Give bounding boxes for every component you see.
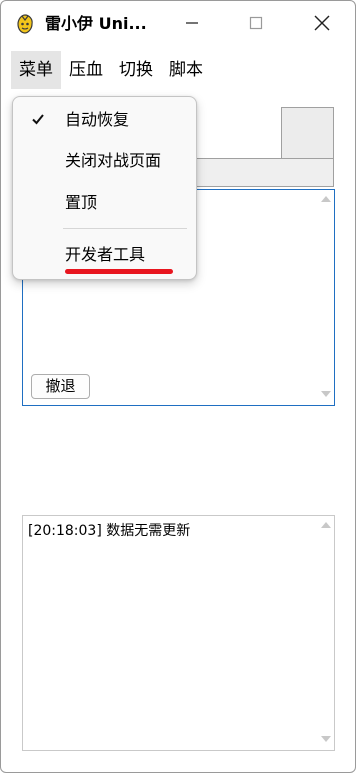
menu-option-auto-recover[interactable]: 自动恢复 — [13, 100, 196, 140]
minimize-icon — [186, 22, 198, 24]
maximize-button[interactable] — [233, 7, 279, 39]
menu-option-label: 置顶 — [65, 193, 98, 212]
highlight-underline — [65, 269, 173, 274]
menu-option-always-on-top[interactable]: 置顶 — [13, 183, 196, 223]
scroll-down-icon[interactable] — [321, 736, 331, 742]
scroll-up-icon[interactable] — [321, 196, 331, 202]
app-window: 雷小伊 Uni... 菜单 压血 切换 脚本 撤退 [20:18:03] 数据无… — [0, 0, 356, 773]
menu-bar: 菜单 压血 切换 脚本 — [11, 51, 211, 89]
title-bar[interactable]: 雷小伊 Uni... — [1, 1, 355, 45]
menu-item-switch[interactable]: 切换 — [111, 51, 161, 89]
app-logo-icon — [17, 14, 33, 34]
scroll-up-icon[interactable] — [321, 522, 331, 528]
menu-separator — [63, 228, 187, 229]
menu-item-menu[interactable]: 菜单 — [11, 51, 61, 89]
side-button[interactable] — [281, 107, 334, 159]
menu-option-label: 自动恢复 — [65, 110, 130, 129]
menu-option-label: 关闭对战页面 — [65, 151, 162, 170]
close-button[interactable] — [299, 7, 345, 39]
maximize-icon — [249, 16, 263, 30]
toolbar-strip — [196, 158, 334, 187]
scroll-down-icon[interactable] — [321, 391, 331, 397]
log-output[interactable]: [20:18:03] 数据无需更新 — [22, 515, 335, 751]
window-title: 雷小伊 Uni... — [45, 14, 147, 33]
menu-option-close-battle-page[interactable]: 关闭对战页面 — [13, 141, 196, 181]
checkmark-icon — [32, 114, 44, 125]
minimize-button[interactable] — [169, 7, 215, 39]
undo-button[interactable]: 撤退 — [31, 374, 90, 399]
menu-item-pressure[interactable]: 压血 — [61, 51, 111, 89]
menu-item-script[interactable]: 脚本 — [161, 51, 211, 89]
dropdown-menu: 自动恢复 关闭对战页面 置顶 开发者工具 — [12, 96, 197, 280]
log-line: [20:18:03] 数据无需更新 — [28, 523, 191, 539]
menu-option-label: 开发者工具 — [65, 245, 146, 264]
close-icon — [314, 15, 330, 31]
